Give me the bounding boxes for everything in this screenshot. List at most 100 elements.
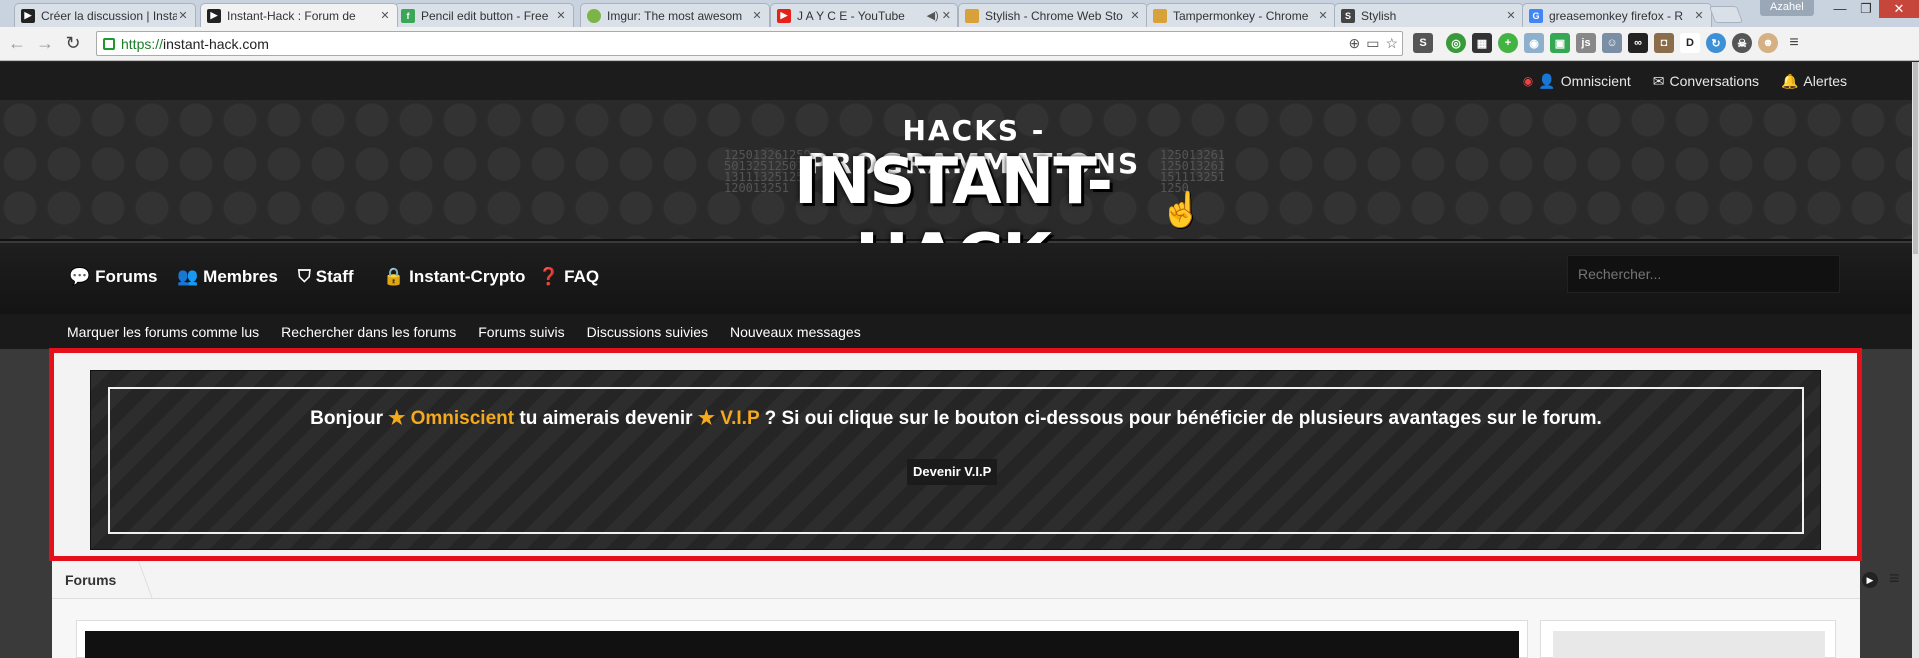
browser-user-badge[interactable]: Azahel	[1760, 0, 1814, 16]
close-icon[interactable]: ✕	[555, 9, 567, 22]
forum-list-panel	[76, 620, 1528, 658]
alerts-link[interactable]: 🔔 Alertes	[1781, 73, 1847, 90]
vip-notice-highlight: Bonjour ★ Omniscient tu aimerais devenir…	[49, 348, 1862, 561]
vip-notice-inner: Bonjour ★ Omniscient tu aimerais devenir…	[108, 387, 1804, 534]
extension-icon[interactable]: D	[1680, 33, 1700, 53]
close-window-icon[interactable]: ✕	[1879, 0, 1919, 18]
browser-tab[interactable]: f Pencil edit button - Free ✕	[394, 3, 574, 27]
nav-staff[interactable]: ⛉ Staff	[298, 267, 354, 287]
shield-icon: ⛉	[298, 267, 311, 286]
tab-title: J A Y C E - YouTube	[797, 8, 905, 23]
conversations-link[interactable]: ✉ Conversations	[1653, 73, 1759, 90]
sidebar-header	[1553, 631, 1825, 658]
close-icon[interactable]: ✕	[1129, 9, 1141, 22]
website: ◉ 👤 Omniscient ✉ Conversations 🔔 Alertes…	[0, 62, 1919, 658]
nav-crypto-label: Instant-Crypto	[409, 267, 526, 286]
chrome-store-icon	[965, 8, 979, 23]
chrome-icon: ◉	[1522, 74, 1534, 88]
breadcrumb-forums[interactable]: Forums	[65, 572, 116, 588]
nav-faq[interactable]: ❓ FAQ	[538, 267, 599, 287]
sidebar-panel	[1540, 620, 1836, 658]
browser-tab[interactable]: ▶ Créer la discussion | Insta ✕	[14, 3, 196, 27]
sub-nav: Marquer les forums comme lus Rechercher …	[0, 314, 1919, 349]
vip-username[interactable]: Omniscient	[411, 408, 514, 429]
vip-label: V.I.P	[720, 408, 760, 429]
scrollbar-thumb[interactable]	[1913, 62, 1918, 254]
instagram-icon[interactable]: ◘	[1654, 33, 1674, 53]
chrome-store-icon	[1153, 8, 1167, 23]
browser-tab[interactable]: Imgur: The most awesom ✕	[580, 3, 770, 27]
site-banner: 125013261250 501325125013 131113251250 1200…	[0, 100, 1919, 295]
star-icon[interactable]: ☆	[1385, 35, 1398, 52]
close-icon[interactable]: ✕	[1317, 9, 1329, 22]
close-icon[interactable]: ✕	[379, 9, 391, 22]
new-tab-button[interactable]	[1708, 6, 1744, 23]
alerts-label: Alertes	[1803, 73, 1847, 89]
stylish-extension-icon[interactable]: S	[1413, 33, 1433, 53]
nav-members-label: Membres	[203, 267, 278, 286]
menu-icon[interactable]: ≡	[1889, 568, 1900, 589]
zoom-icon[interactable]: ⊕	[1348, 35, 1360, 52]
address-bar[interactable]: https://instant-hack.com ⊕ ▭ ☆	[96, 31, 1403, 56]
browser-tab-active[interactable]: ▶ Instant-Hack : Forum de ✕	[200, 3, 398, 27]
js-icon[interactable]: js	[1576, 33, 1596, 53]
browser-tab[interactable]: ▶ J A Y C E - YouTube ◀) ✕	[770, 3, 958, 27]
subnav-mark-read[interactable]: Marquer les forums comme lus	[67, 324, 259, 340]
user-name: Omniscient	[1560, 73, 1631, 89]
nav-forums[interactable]: 💬 Forums	[69, 267, 158, 287]
conversations-label: Conversations	[1669, 73, 1759, 89]
breadcrumb: Forums ▶ ≡	[52, 561, 1900, 599]
back-icon[interactable]: ←	[6, 32, 28, 54]
extension-icon[interactable]: ▦	[1472, 33, 1492, 53]
extension-icon[interactable]: ▣	[1550, 33, 1570, 53]
user-icon: 👤	[1538, 72, 1556, 89]
add-extension-icon[interactable]: +	[1498, 33, 1518, 53]
search-input[interactable]	[1567, 255, 1840, 293]
browser-tab[interactable]: G greasemonkey firefox - R ✕	[1522, 3, 1712, 27]
nav-instant-crypto[interactable]: 🔒 Instant-Crypto	[383, 267, 525, 287]
close-icon[interactable]: ✕	[1505, 9, 1517, 22]
tab-title: Instant-Hack : Forum de	[227, 8, 356, 23]
vip-notice: Bonjour ★ Omniscient tu aimerais devenir…	[90, 370, 1821, 550]
subnav-watched-threads[interactable]: Discussions suivies	[587, 324, 708, 340]
vip-hello: Bonjour	[310, 408, 383, 429]
nav-members[interactable]: 👥 Membres	[177, 267, 278, 287]
google-icon: G	[1529, 8, 1543, 23]
reload-icon[interactable]: ↻	[62, 32, 84, 54]
avatar-icon[interactable]: ☻	[1758, 33, 1778, 53]
breadcrumb-separator	[119, 561, 153, 599]
camera-icon[interactable]: ◉	[1524, 33, 1544, 53]
browser-tab[interactable]: Stylish - Chrome Web Sto ✕	[958, 3, 1148, 27]
minimize-icon[interactable]: —	[1827, 0, 1853, 18]
subnav-search-forums[interactable]: Rechercher dans les forums	[281, 324, 456, 340]
question-icon: ❓	[538, 267, 560, 286]
browser-tab[interactable]: Tampermonkey - Chrome ✕	[1146, 3, 1336, 27]
url-host: instant-hack.com	[163, 35, 269, 52]
subnav-new-posts[interactable]: Nouveaux messages	[730, 324, 861, 340]
extension-icon[interactable]: ◎	[1446, 33, 1466, 53]
close-icon[interactable]: ✕	[1693, 9, 1705, 22]
page-scrollbar[interactable]	[1912, 62, 1919, 658]
extension-icon[interactable]: ☺	[1602, 33, 1622, 53]
vip-middle: tu aimerais devenir	[519, 408, 693, 429]
speaker-icon[interactable]: ◀) ✕	[927, 9, 951, 22]
imgur-icon	[587, 8, 601, 23]
browser-tab[interactable]: S Stylish ✕	[1334, 3, 1524, 27]
close-icon[interactable]: ✕	[751, 9, 763, 22]
skull-icon[interactable]: ☠	[1732, 33, 1752, 53]
close-icon[interactable]: ✕	[177, 9, 189, 22]
menu-icon[interactable]: ≡	[1784, 33, 1804, 53]
cast-icon[interactable]: ▭	[1366, 35, 1379, 52]
forward-icon[interactable]: →	[34, 32, 56, 54]
tab-title: Stylish	[1361, 8, 1397, 23]
tab-title: Imgur: The most awesom	[607, 8, 743, 23]
site-logo[interactable]: 125013261250 501325125013 131113251250 1200…	[724, 114, 1225, 295]
chevron-right-icon[interactable]: ▶	[1862, 572, 1878, 588]
extension-icon[interactable]: ↻	[1706, 33, 1726, 53]
user-menu[interactable]: ◉ 👤 Omniscient	[1523, 73, 1631, 90]
mask-icon[interactable]: ∞	[1628, 33, 1648, 53]
restore-icon[interactable]: ❐	[1853, 0, 1879, 18]
become-vip-button[interactable]: Devenir V.I.P	[907, 459, 998, 485]
nav-faq-label: FAQ	[564, 267, 600, 286]
subnav-watched-forums[interactable]: Forums suivis	[478, 324, 564, 340]
